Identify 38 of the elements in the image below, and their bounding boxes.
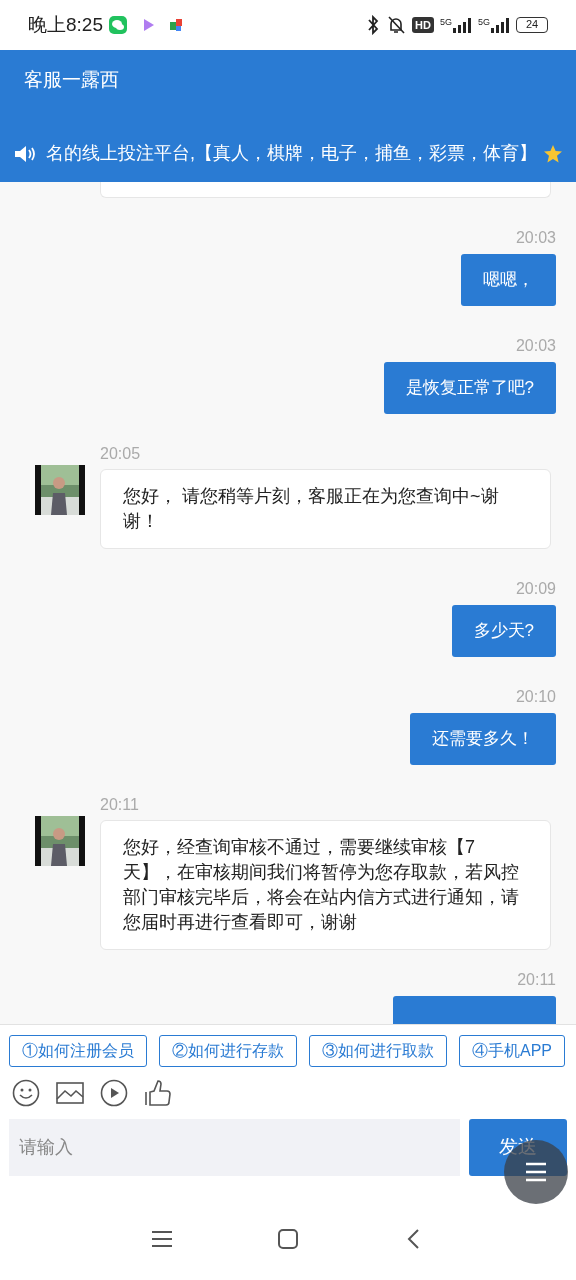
chat-app-icon	[109, 16, 127, 34]
timestamp: 20:11	[100, 795, 140, 815]
play-circle-icon[interactable]	[100, 1079, 128, 1107]
message-bubble: 您好，经查询审核不通过，需要继续审核【7天】，在审核期间我们将暂停为您存取款，若风控部门审核完毕后，将会在站内信方式进行通知，请您届时再进行查看即可，谢谢	[100, 820, 551, 950]
network-label: 5G	[439, 17, 452, 27]
image-icon[interactable]	[56, 1079, 84, 1107]
announcement-text: 名的线上投注平台,【真人，棋牌，电子，捕鱼，彩票，体育】	[46, 142, 537, 165]
emoji-icon[interactable]	[12, 1079, 40, 1107]
message-bubble: 还需要多久！	[410, 713, 556, 765]
timestamp: 20:09	[515, 579, 556, 599]
quick-reply-button[interactable]: ④手机APP	[459, 1035, 565, 1067]
star-icon	[543, 143, 563, 164]
puzzle-icon	[167, 16, 185, 34]
timestamp: 20:10	[515, 687, 556, 707]
network-label: 5G	[478, 17, 490, 27]
quick-reply-button[interactable]: ③如何进行取款	[309, 1035, 447, 1067]
timestamp: 20:03	[515, 336, 556, 356]
message-bubble: 是恢复正常了吧?	[383, 362, 556, 414]
bell-off-icon	[386, 15, 407, 35]
quick-reply-button[interactable]: ①如何注册会员	[9, 1035, 147, 1067]
timestamp: 20:11	[517, 970, 556, 990]
menu-icon[interactable]	[151, 1228, 173, 1250]
timestamp: 20:05	[100, 444, 142, 464]
message-bubble: 多少天?	[451, 605, 556, 657]
quick-reply-button[interactable]: ②如何进行存款	[159, 1035, 297, 1067]
signal-icon	[490, 17, 510, 33]
message-bubble: 您好， 请您稍等片刻，客服正在为您查询中~谢谢！	[100, 469, 551, 549]
message-bubble: 嗯嗯，	[461, 254, 556, 306]
chat-title: 客服一露西	[23, 68, 120, 92]
bluetooth-icon	[366, 15, 381, 35]
clock-time: 晚上8:25	[28, 12, 103, 37]
battery-indicator: 24	[516, 17, 548, 33]
message-input[interactable]: 请输入	[9, 1119, 460, 1176]
hd-badge: HD	[412, 17, 434, 33]
thumbs-up-icon[interactable]	[144, 1079, 172, 1107]
timestamp: 20:03	[515, 228, 556, 248]
signal-icon	[452, 17, 472, 33]
home-icon[interactable]	[277, 1228, 299, 1250]
